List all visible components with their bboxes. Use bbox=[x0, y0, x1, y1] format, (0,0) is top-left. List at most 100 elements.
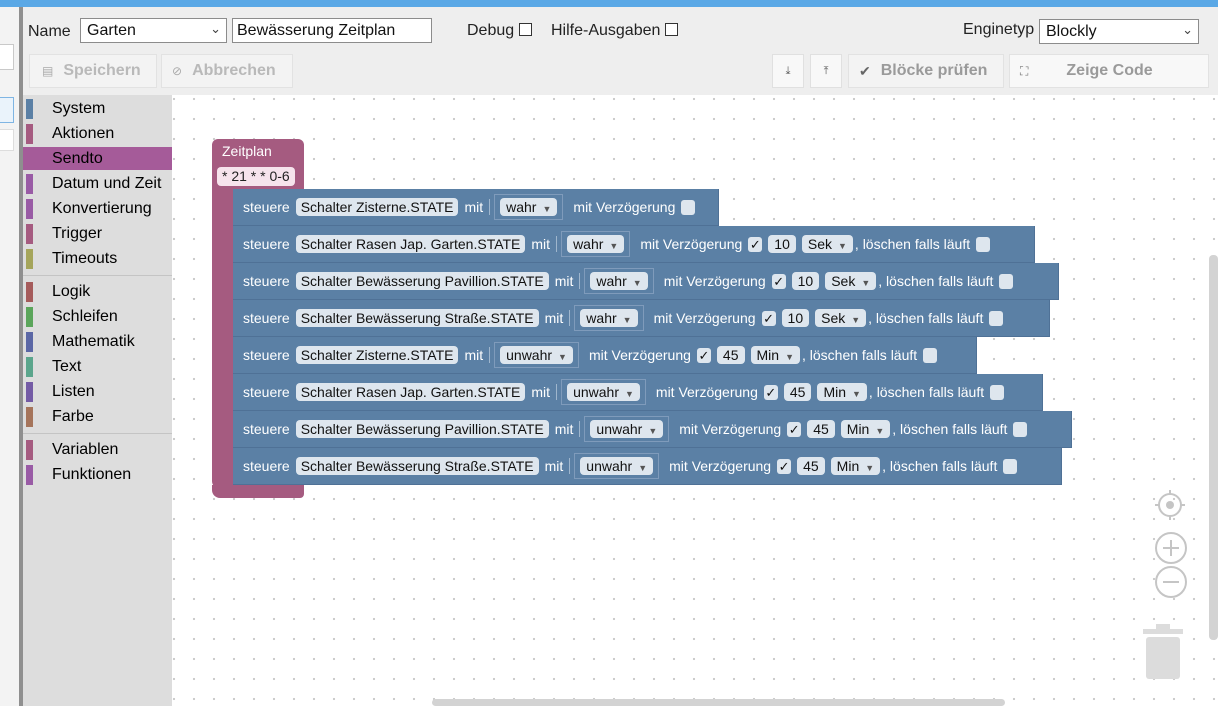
toolbox-label: Logik bbox=[52, 283, 91, 300]
value-dropdown[interactable]: unwahr ▼ bbox=[584, 416, 670, 442]
toolbox-item-farbe[interactable]: Farbe bbox=[23, 405, 172, 428]
delay-amount-field[interactable]: 10 bbox=[768, 235, 796, 253]
top-accent-strip bbox=[0, 0, 1218, 7]
toolbox-item-funktionen[interactable]: Funktionen bbox=[23, 463, 172, 486]
delay-unit-dropdown[interactable]: Min ▼ bbox=[840, 420, 891, 438]
control-block[interactable]: steuere Schalter Bewässerung Pavillion.S… bbox=[233, 411, 1072, 448]
toolbox-item-logik[interactable]: Logik bbox=[23, 280, 172, 303]
toolbox-item-text[interactable]: Text bbox=[23, 355, 172, 378]
engine-type-value: Blockly bbox=[1046, 23, 1097, 40]
delay-amount-field[interactable]: 10 bbox=[791, 272, 820, 290]
delay-unit-dropdown[interactable]: Min ▼ bbox=[817, 383, 867, 401]
toolbox-item-konvertierung[interactable]: Konvertierung bbox=[23, 197, 172, 220]
value-dropdown[interactable]: unwahr ▼ bbox=[574, 453, 660, 479]
help-output-checkbox[interactable] bbox=[665, 23, 678, 36]
trash-icon[interactable] bbox=[1140, 623, 1186, 681]
value-dropdown-text: unwahr bbox=[596, 421, 643, 437]
toolbox-item-trigger[interactable]: Trigger bbox=[23, 222, 172, 245]
toolbox-item-listen[interactable]: Listen bbox=[23, 380, 172, 403]
center-target-icon[interactable] bbox=[1154, 489, 1186, 521]
delay-checkbox[interactable]: ✓ bbox=[787, 421, 802, 437]
clear-if-running-checkbox[interactable] bbox=[990, 384, 1005, 400]
workspace-vertical-scrollbar[interactable] bbox=[1209, 255, 1218, 640]
delay-checkbox[interactable]: ✓ bbox=[748, 236, 763, 252]
delay-amount-field[interactable]: 45 bbox=[716, 346, 745, 364]
delay-amount-field[interactable]: 45 bbox=[807, 420, 835, 438]
zoom-out-icon[interactable] bbox=[1154, 565, 1188, 599]
control-block[interactable]: steuere Schalter Zisterne.STATE mit wahr… bbox=[233, 189, 719, 226]
toolbox-item-schleifen[interactable]: Schleifen bbox=[23, 305, 172, 328]
object-id-field[interactable]: Schalter Bewässerung Pavillion.STATE bbox=[295, 420, 549, 438]
left-panel-item[interactable] bbox=[0, 129, 14, 151]
delay-checkbox[interactable]: ✓ bbox=[771, 273, 786, 289]
object-id-field[interactable]: Schalter Rasen Jap. Garten.STATE bbox=[295, 383, 526, 401]
left-panel-search-box[interactable] bbox=[0, 44, 14, 70]
clear-if-running-checkbox[interactable] bbox=[976, 236, 991, 252]
export-button[interactable]: ⤓ bbox=[772, 54, 804, 88]
value-dropdown[interactable]: wahr ▼ bbox=[584, 268, 654, 294]
object-id-field[interactable]: Schalter Zisterne.STATE bbox=[295, 346, 459, 364]
clear-if-running-checkbox[interactable] bbox=[989, 310, 1004, 326]
clear-if-running-checkbox[interactable] bbox=[999, 273, 1014, 289]
cron-field[interactable]: * 21 * * 0-6 bbox=[217, 167, 295, 186]
blockly-workspace[interactable]: Zeitplan * 21 * * 0-6 steuere Schalter Z… bbox=[172, 95, 1218, 706]
left-panel-selected-item[interactable] bbox=[0, 97, 14, 123]
clear-if-running-checkbox[interactable] bbox=[1013, 421, 1028, 437]
toolbox-item-variablen[interactable]: Variablen bbox=[23, 438, 172, 461]
delay-unit-dropdown[interactable]: Min ▼ bbox=[750, 346, 800, 364]
show-code-button[interactable]: ⛶ Zeige Code bbox=[1009, 54, 1209, 88]
object-id-field[interactable]: Schalter Bewässerung Straße.STATE bbox=[295, 457, 539, 475]
script-name-input[interactable]: Bewässerung Zeitplan bbox=[232, 18, 432, 43]
debug-checkbox[interactable] bbox=[519, 23, 532, 36]
engine-type-select[interactable]: Blockly ⌄ bbox=[1039, 19, 1199, 44]
delay-unit-dropdown[interactable]: Sek ▼ bbox=[825, 272, 877, 290]
object-id-field[interactable]: Schalter Bewässerung Pavillion.STATE bbox=[295, 272, 549, 290]
control-block[interactable]: steuere Schalter Bewässerung Straße.STAT… bbox=[233, 300, 1050, 337]
object-id-field[interactable]: Schalter Bewässerung Straße.STATE bbox=[295, 309, 539, 327]
control-block[interactable]: steuere Schalter Rasen Jap. Garten.STATE… bbox=[233, 226, 1035, 263]
cancel-button[interactable]: ⊘ Abbrechen bbox=[161, 54, 293, 88]
delay-checkbox[interactable]: ✓ bbox=[696, 347, 711, 363]
value-dropdown[interactable]: wahr ▼ bbox=[574, 305, 644, 331]
control-block[interactable]: steuere Schalter Bewässerung Pavillion.S… bbox=[233, 263, 1059, 300]
delay-amount-field[interactable]: 10 bbox=[781, 309, 810, 327]
value-dropdown[interactable]: unwahr ▼ bbox=[561, 379, 646, 405]
toolbox-item-mathematik[interactable]: Mathematik bbox=[23, 330, 172, 353]
object-id-field[interactable]: Schalter Rasen Jap. Garten.STATE bbox=[295, 235, 526, 253]
toolbox-item-timeouts[interactable]: Timeouts bbox=[23, 247, 172, 270]
control-block[interactable]: steuere Schalter Bewässerung Straße.STAT… bbox=[233, 448, 1062, 485]
toolbox-item-sendto[interactable]: Sendto bbox=[23, 147, 172, 170]
category-color-bar bbox=[26, 224, 33, 244]
value-dropdown[interactable]: wahr ▼ bbox=[494, 194, 564, 220]
import-button[interactable]: ⤒ bbox=[810, 54, 842, 88]
value-dropdown[interactable]: unwahr ▼ bbox=[494, 342, 579, 368]
delay-amount-field[interactable]: 45 bbox=[783, 383, 812, 401]
save-button[interactable]: ▤ Speichern bbox=[29, 54, 157, 88]
check-blocks-button[interactable]: ✔ Blöcke prüfen bbox=[848, 54, 1004, 88]
dropdown-arrow-icon: ▼ bbox=[648, 426, 658, 436]
control-block[interactable]: steuere Schalter Zisterne.STATE mit unwa… bbox=[233, 337, 977, 374]
dropdown-arrow-icon: ▼ bbox=[542, 204, 552, 214]
delay-label: mit Verzögerung bbox=[679, 421, 782, 437]
clear-if-running-checkbox[interactable] bbox=[1003, 458, 1018, 474]
delay-unit-dropdown[interactable]: Sek ▼ bbox=[815, 309, 867, 327]
toolbox-item-system[interactable]: System bbox=[23, 97, 172, 120]
toolbox-item-aktionen[interactable]: Aktionen bbox=[23, 122, 172, 145]
delay-checkbox[interactable]: ✓ bbox=[763, 384, 778, 400]
value-dropdown[interactable]: wahr ▼ bbox=[561, 231, 631, 257]
zoom-in-icon[interactable] bbox=[1154, 531, 1188, 565]
toolbox-item-datum-und-zeit[interactable]: Datum und Zeit bbox=[23, 172, 172, 195]
value-dropdown-text: unwahr bbox=[586, 458, 633, 474]
delay-checkbox[interactable]: ✓ bbox=[777, 458, 792, 474]
delay-checkbox[interactable]: ✓ bbox=[761, 310, 776, 326]
delay-unit-dropdown[interactable]: Min ▼ bbox=[830, 457, 881, 475]
delay-amount-field[interactable]: 45 bbox=[797, 457, 825, 475]
folder-select[interactable]: Garten ⌄ bbox=[80, 18, 227, 43]
control-block[interactable]: steuere Schalter Rasen Jap. Garten.STATE… bbox=[233, 374, 1043, 411]
workspace-horizontal-scrollbar[interactable] bbox=[432, 699, 1005, 706]
delay-checkbox[interactable] bbox=[681, 199, 696, 215]
block-verb: steuere bbox=[243, 384, 290, 400]
clear-if-running-checkbox[interactable] bbox=[923, 347, 938, 363]
object-id-field[interactable]: Schalter Zisterne.STATE bbox=[295, 198, 459, 216]
delay-unit-dropdown[interactable]: Sek ▼ bbox=[801, 235, 853, 253]
